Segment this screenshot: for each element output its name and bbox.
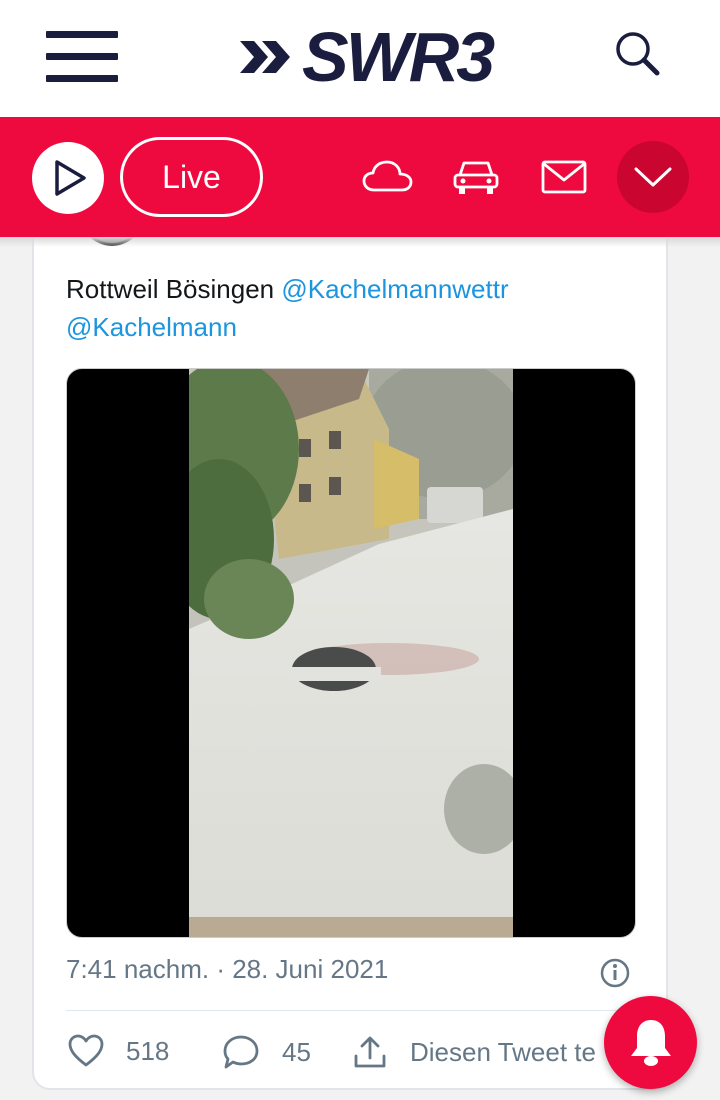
embedded-tweet-card: Rottweil Bösingen @Kachelmannwettr @Kach… bbox=[32, 200, 668, 1090]
player-bar-shadow bbox=[0, 237, 720, 247]
double-chevron-logo-icon bbox=[240, 41, 290, 73]
mention-kachelmannwettr[interactable]: @Kachelmannwettr bbox=[281, 274, 508, 304]
chevron-down-icon bbox=[634, 167, 672, 187]
bell-icon bbox=[631, 1020, 671, 1066]
like-action[interactable]: 518 bbox=[68, 1034, 169, 1068]
notification-bell-button[interactable] bbox=[604, 996, 697, 1089]
like-count: 518 bbox=[126, 1035, 170, 1066]
mail-icon[interactable] bbox=[541, 159, 587, 200]
swr3-logo[interactable]: SWR3 bbox=[238, 18, 495, 96]
tweet-video[interactable] bbox=[66, 368, 636, 938]
reply-action[interactable]: 45 bbox=[222, 1034, 311, 1070]
live-button[interactable]: Live bbox=[120, 137, 263, 217]
play-button[interactable] bbox=[32, 142, 104, 214]
tweet-timestamp[interactable]: 7:41 nachm. · 28. Juni 2021 bbox=[66, 954, 388, 985]
reply-count: 45 bbox=[282, 1036, 311, 1067]
video-frame-image bbox=[189, 369, 513, 937]
tweet-divider bbox=[66, 1010, 638, 1011]
logo-text: SWR3 bbox=[302, 18, 495, 96]
tweet-text-location: Rottweil Bösingen bbox=[66, 274, 282, 304]
site-header: SWR3 bbox=[0, 0, 720, 117]
search-icon[interactable] bbox=[612, 28, 664, 80]
player-bar: Live bbox=[0, 117, 720, 237]
heart-icon bbox=[68, 1034, 104, 1067]
mention-kachelmann[interactable]: @Kachelmann bbox=[66, 312, 237, 342]
share-icon bbox=[354, 1036, 386, 1068]
hamburger-menu-icon[interactable] bbox=[46, 31, 118, 83]
info-icon[interactable] bbox=[600, 958, 630, 993]
car-icon[interactable] bbox=[452, 157, 500, 202]
play-icon bbox=[55, 160, 86, 196]
swr3-page: Rottweil Bösingen @Kachelmannwettr @Kach… bbox=[0, 0, 720, 1100]
comment-icon bbox=[223, 1035, 259, 1069]
cloud-icon[interactable] bbox=[362, 159, 414, 198]
hail-flood-scene bbox=[189, 369, 513, 937]
expand-button[interactable] bbox=[617, 141, 689, 213]
share-label: Diesen Tweet te bbox=[410, 1036, 596, 1067]
tweet-text: Rottweil Bösingen @Kachelmannwettr @Kach… bbox=[66, 270, 626, 346]
share-action[interactable]: Diesen Tweet te bbox=[352, 1034, 596, 1070]
